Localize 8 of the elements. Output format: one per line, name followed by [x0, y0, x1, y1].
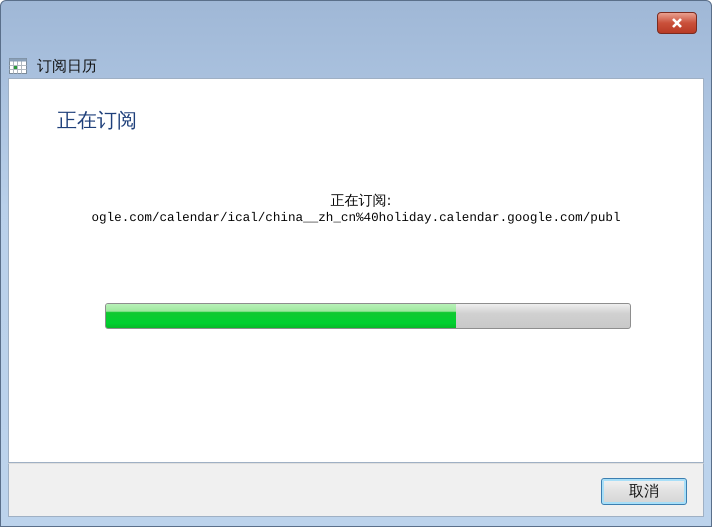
close-button[interactable]: [657, 12, 697, 34]
page-heading: 正在订阅: [57, 107, 138, 134]
url-text: ogle.com/calendar/ical/china__zh_cn%40holiday.calendar.google.com/publ: [91, 211, 621, 225]
window-title: 订阅日历: [37, 56, 97, 76]
close-icon: [670, 17, 684, 29]
status-label: 正在订阅:: [330, 192, 392, 210]
cancel-button[interactable]: 取消: [601, 478, 687, 505]
calendar-icon: [9, 58, 27, 74]
